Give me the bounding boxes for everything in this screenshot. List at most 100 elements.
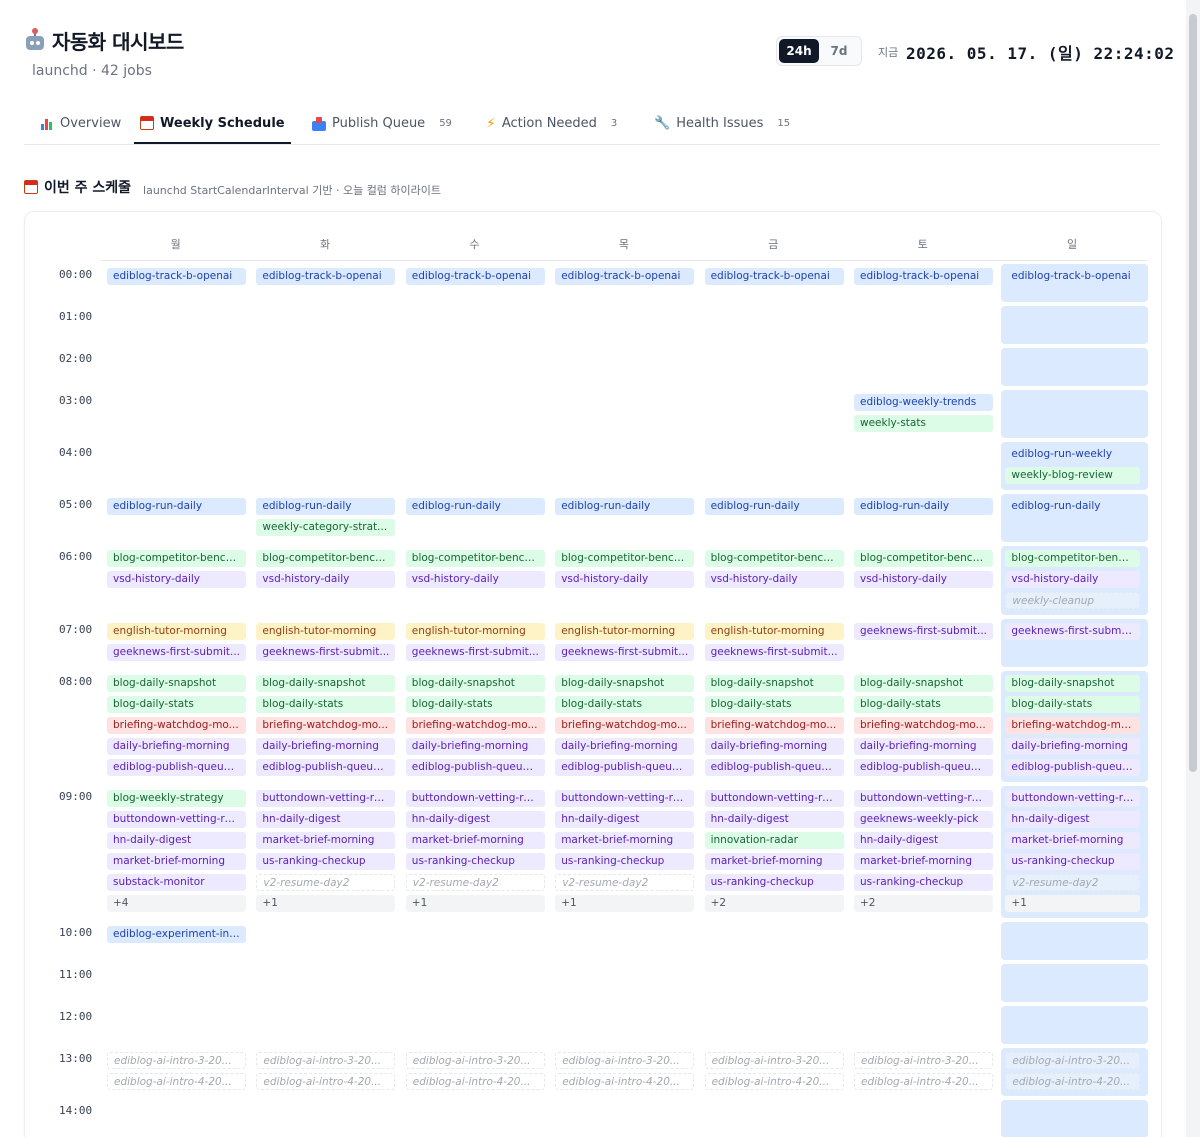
- job-chip[interactable]: buttondown-vetting-re...: [704, 790, 844, 807]
- job-chip[interactable]: market-brief-morning: [555, 832, 695, 849]
- job-chip[interactable]: market-brief-morning: [405, 832, 545, 849]
- job-chip[interactable]: us-ranking-checkup: [256, 853, 396, 870]
- job-chip[interactable]: ediblog-run-daily: [1005, 498, 1141, 515]
- job-chip[interactable]: blog-competitor-bench...: [854, 550, 993, 567]
- job-chip[interactable]: ediblog-ai-intro-3-20...: [854, 1052, 993, 1069]
- job-chip[interactable]: hn-daily-digest: [107, 832, 246, 849]
- page-scrollbar[interactable]: [1186, 0, 1200, 1137]
- job-chip[interactable]: blog-competitor-bench...: [704, 550, 844, 567]
- job-chip[interactable]: daily-briefing-morning: [704, 738, 844, 755]
- job-chip[interactable]: market-brief-morning: [854, 853, 993, 870]
- job-chip[interactable]: blog-daily-snapshot: [704, 675, 844, 692]
- job-chip[interactable]: ediblog-ai-intro-4-20...: [107, 1073, 246, 1090]
- job-chip[interactable]: vsd-history-daily: [1005, 571, 1141, 588]
- job-chip[interactable]: ediblog-publish-queue...: [555, 759, 695, 776]
- job-chip[interactable]: hn-daily-digest: [704, 811, 844, 828]
- job-chip[interactable]: us-ranking-checkup: [854, 874, 993, 891]
- job-chip[interactable]: blog-competitor-bench...: [256, 550, 396, 567]
- job-chip[interactable]: english-tutor-morning: [704, 623, 844, 640]
- job-chip[interactable]: ediblog-ai-intro-4-20...: [854, 1073, 993, 1090]
- job-chip[interactable]: us-ranking-checkup: [555, 853, 695, 870]
- job-chip[interactable]: blog-competitor-bench...: [1005, 550, 1141, 567]
- job-chip[interactable]: blog-daily-stats: [405, 696, 545, 713]
- job-chip[interactable]: geeknews-first-submit...: [704, 644, 844, 661]
- job-chip[interactable]: ediblog-ai-intro-3-20...: [256, 1052, 396, 1069]
- job-chip[interactable]: weekly-stats: [854, 415, 993, 432]
- job-chip[interactable]: blog-daily-snapshot: [405, 675, 545, 692]
- job-chip[interactable]: ediblog-publish-queue...: [256, 759, 396, 776]
- job-chip[interactable]: vsd-history-daily: [107, 571, 246, 588]
- more-jobs-badge[interactable]: +2: [704, 895, 844, 912]
- job-chip[interactable]: ediblog-track-b-openai: [1005, 268, 1141, 285]
- job-chip[interactable]: daily-briefing-morning: [555, 738, 695, 755]
- job-chip[interactable]: ediblog-publish-queue...: [704, 759, 844, 776]
- tab-publish-queue[interactable]: Publish Queue 59: [306, 104, 458, 143]
- job-chip[interactable]: v2-resume-day2: [1005, 874, 1141, 891]
- job-chip[interactable]: briefing-watchdog-mo...: [405, 717, 545, 734]
- job-chip[interactable]: v2-resume-day2: [405, 874, 545, 891]
- job-chip[interactable]: ediblog-publish-queue...: [854, 759, 993, 776]
- job-chip[interactable]: blog-weekly-strategy: [107, 790, 246, 807]
- job-chip[interactable]: ediblog-ai-intro-4-20...: [555, 1073, 695, 1090]
- job-chip[interactable]: ediblog-weekly-trends: [854, 394, 993, 411]
- job-chip[interactable]: geeknews-first-submit...: [107, 644, 246, 661]
- job-chip[interactable]: blog-competitor-bench...: [405, 550, 545, 567]
- job-chip[interactable]: ediblog-track-b-openai: [107, 268, 246, 285]
- tab-overview[interactable]: Overview: [34, 104, 127, 143]
- job-chip[interactable]: buttondown-vetting-re...: [405, 790, 545, 807]
- job-chip[interactable]: blog-daily-snapshot: [854, 675, 993, 692]
- job-chip[interactable]: ediblog-ai-intro-3-20...: [405, 1052, 545, 1069]
- more-jobs-badge[interactable]: +1: [256, 895, 396, 912]
- job-chip[interactable]: hn-daily-digest: [555, 811, 695, 828]
- job-chip[interactable]: briefing-watchdog-mo...: [256, 717, 396, 734]
- job-chip[interactable]: ediblog-track-b-openai: [405, 268, 545, 285]
- job-chip[interactable]: weekly-blog-review: [1005, 467, 1141, 484]
- job-chip[interactable]: geeknews-first-submit...: [256, 644, 396, 661]
- job-chip[interactable]: ediblog-ai-intro-4-20...: [405, 1073, 545, 1090]
- scrollbar-thumb[interactable]: [1189, 14, 1197, 772]
- job-chip[interactable]: vsd-history-daily: [854, 571, 993, 588]
- job-chip[interactable]: v2-resume-day2: [256, 874, 396, 891]
- more-jobs-badge[interactable]: +1: [555, 895, 695, 912]
- job-chip[interactable]: ediblog-experiment-int...: [107, 926, 246, 943]
- job-chip[interactable]: buttondown-vetting-re...: [854, 790, 993, 807]
- job-chip[interactable]: english-tutor-morning: [555, 623, 695, 640]
- job-chip[interactable]: vsd-history-daily: [405, 571, 545, 588]
- job-chip[interactable]: ediblog-track-b-openai: [854, 268, 993, 285]
- job-chip[interactable]: ediblog-ai-intro-4-20...: [1005, 1073, 1141, 1090]
- job-chip[interactable]: ediblog-ai-intro-3-20...: [1005, 1052, 1141, 1069]
- job-chip[interactable]: geeknews-first-submit...: [854, 623, 993, 640]
- job-chip[interactable]: substack-monitor: [107, 874, 246, 891]
- job-chip[interactable]: english-tutor-morning: [256, 623, 396, 640]
- job-chip[interactable]: ediblog-publish-queue...: [107, 759, 246, 776]
- job-chip[interactable]: ediblog-publish-queue...: [405, 759, 545, 776]
- job-chip[interactable]: vsd-history-daily: [256, 571, 396, 588]
- job-chip[interactable]: daily-briefing-morning: [256, 738, 396, 755]
- job-chip[interactable]: briefing-watchdog-mo...: [555, 717, 695, 734]
- tab-weekly-schedule[interactable]: Weekly Schedule: [134, 104, 291, 144]
- job-chip[interactable]: ediblog-run-daily: [405, 498, 545, 515]
- more-jobs-badge[interactable]: +2: [854, 895, 993, 912]
- job-chip[interactable]: geeknews-first-submit...: [555, 644, 695, 661]
- job-chip[interactable]: hn-daily-digest: [854, 832, 993, 849]
- job-chip[interactable]: ediblog-publish-queue...: [1005, 759, 1141, 776]
- job-chip[interactable]: geeknews-weekly-pick: [854, 811, 993, 828]
- job-chip[interactable]: blog-daily-snapshot: [555, 675, 695, 692]
- job-chip[interactable]: geeknews-first-submit...: [405, 644, 545, 661]
- job-chip[interactable]: market-brief-morning: [107, 853, 246, 870]
- job-chip[interactable]: blog-daily-snapshot: [256, 675, 396, 692]
- job-chip[interactable]: us-ranking-checkup: [405, 853, 545, 870]
- job-chip[interactable]: hn-daily-digest: [256, 811, 396, 828]
- job-chip[interactable]: briefing-watchdog-mo...: [704, 717, 844, 734]
- job-chip[interactable]: ediblog-ai-intro-3-20...: [107, 1052, 246, 1069]
- job-chip[interactable]: ediblog-run-daily: [704, 498, 844, 515]
- range-24h-button[interactable]: 24h: [779, 39, 819, 63]
- job-chip[interactable]: briefing-watchdog-mo...: [107, 717, 246, 734]
- job-chip[interactable]: buttondown-vetting-re...: [107, 811, 246, 828]
- job-chip[interactable]: hn-daily-digest: [405, 811, 545, 828]
- more-jobs-badge[interactable]: +1: [405, 895, 545, 912]
- range-7d-button[interactable]: 7d: [819, 39, 859, 63]
- job-chip[interactable]: daily-briefing-morning: [854, 738, 993, 755]
- job-chip[interactable]: ediblog-ai-intro-3-20...: [704, 1052, 844, 1069]
- job-chip[interactable]: blog-daily-stats: [555, 696, 695, 713]
